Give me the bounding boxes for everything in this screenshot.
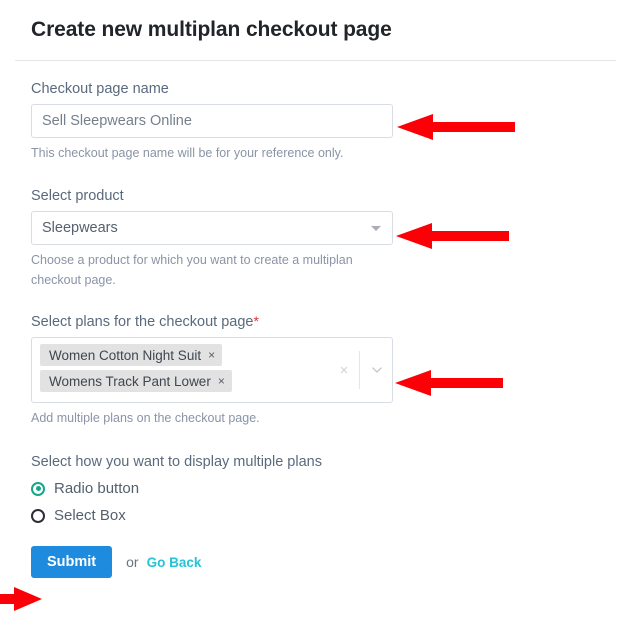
controls-divider [359, 351, 360, 389]
select-plans-multiselect[interactable]: Women Cotton Night Suit × Womens Track P… [31, 337, 393, 403]
select-product-help-line2: checkout page. [31, 273, 116, 287]
radio-option-label: Radio button [54, 480, 140, 497]
go-back-link[interactable]: Go Back [147, 555, 202, 570]
select-plans-group: Select plans for the checkout page* Wome… [31, 312, 393, 428]
select-plans-label-text: Select plans for the checkout page [31, 314, 254, 330]
plan-tag-remove-icon[interactable]: × [208, 348, 215, 362]
radio-option-label: Select Box [54, 507, 126, 524]
arrow-to-name-input [397, 114, 515, 140]
display-mode-heading: Select how you want to display multiple … [31, 454, 322, 470]
select-product-group: Select product Sleepwears Choose a produ… [31, 187, 393, 290]
page-title: Create new multiplan checkout page [31, 18, 392, 41]
select-product-label: Select product [31, 188, 124, 204]
chevron-down-icon[interactable] [362, 363, 392, 377]
required-asterisk: * [253, 313, 259, 329]
form-actions: Submit or Go Back [31, 546, 393, 578]
header-divider [15, 60, 616, 61]
arrow-to-submit-button [0, 587, 42, 611]
plan-tag-label: Womens Track Pant Lower [49, 373, 211, 389]
arrow-to-plans-select [395, 370, 503, 396]
checkout-name-help: This checkout page name will be for your… [31, 146, 344, 160]
radio-selected-icon[interactable] [31, 481, 45, 496]
select-product-value: Sleepwears [42, 220, 118, 236]
arrow-to-product-select [396, 223, 509, 249]
clear-all-icon[interactable]: × [331, 362, 357, 379]
select-plans-label: Select plans for the checkout page* [31, 312, 393, 331]
plan-tag[interactable]: Womens Track Pant Lower × [40, 370, 232, 392]
checkout-name-label: Checkout page name [31, 81, 169, 97]
radio-option-select-box[interactable]: Select Box [31, 507, 393, 524]
radio-option-radio-button[interactable]: Radio button [31, 480, 393, 497]
plan-tag-label: Women Cotton Night Suit [49, 347, 202, 363]
select-product-dropdown[interactable]: Sleepwears [31, 211, 393, 245]
or-label: or [126, 554, 139, 570]
multiselect-controls: × [331, 338, 392, 402]
checkout-name-input[interactable] [31, 104, 393, 138]
plan-tag-remove-icon[interactable]: × [218, 374, 225, 388]
caret-down-icon [371, 226, 381, 231]
display-mode-group: Select how you want to display multiple … [31, 454, 393, 524]
select-plans-help: Add multiple plans on the checkout page. [31, 411, 260, 425]
radio-unselected-icon[interactable] [31, 508, 45, 523]
plan-tag[interactable]: Women Cotton Night Suit × [40, 344, 223, 366]
checkout-name-group: Checkout page name This checkout page na… [31, 80, 393, 163]
select-product-help-line1: Choose a product for which you want to c… [31, 253, 353, 267]
submit-button[interactable]: Submit [31, 546, 113, 578]
create-checkout-form: Checkout page name This checkout page na… [31, 80, 393, 578]
